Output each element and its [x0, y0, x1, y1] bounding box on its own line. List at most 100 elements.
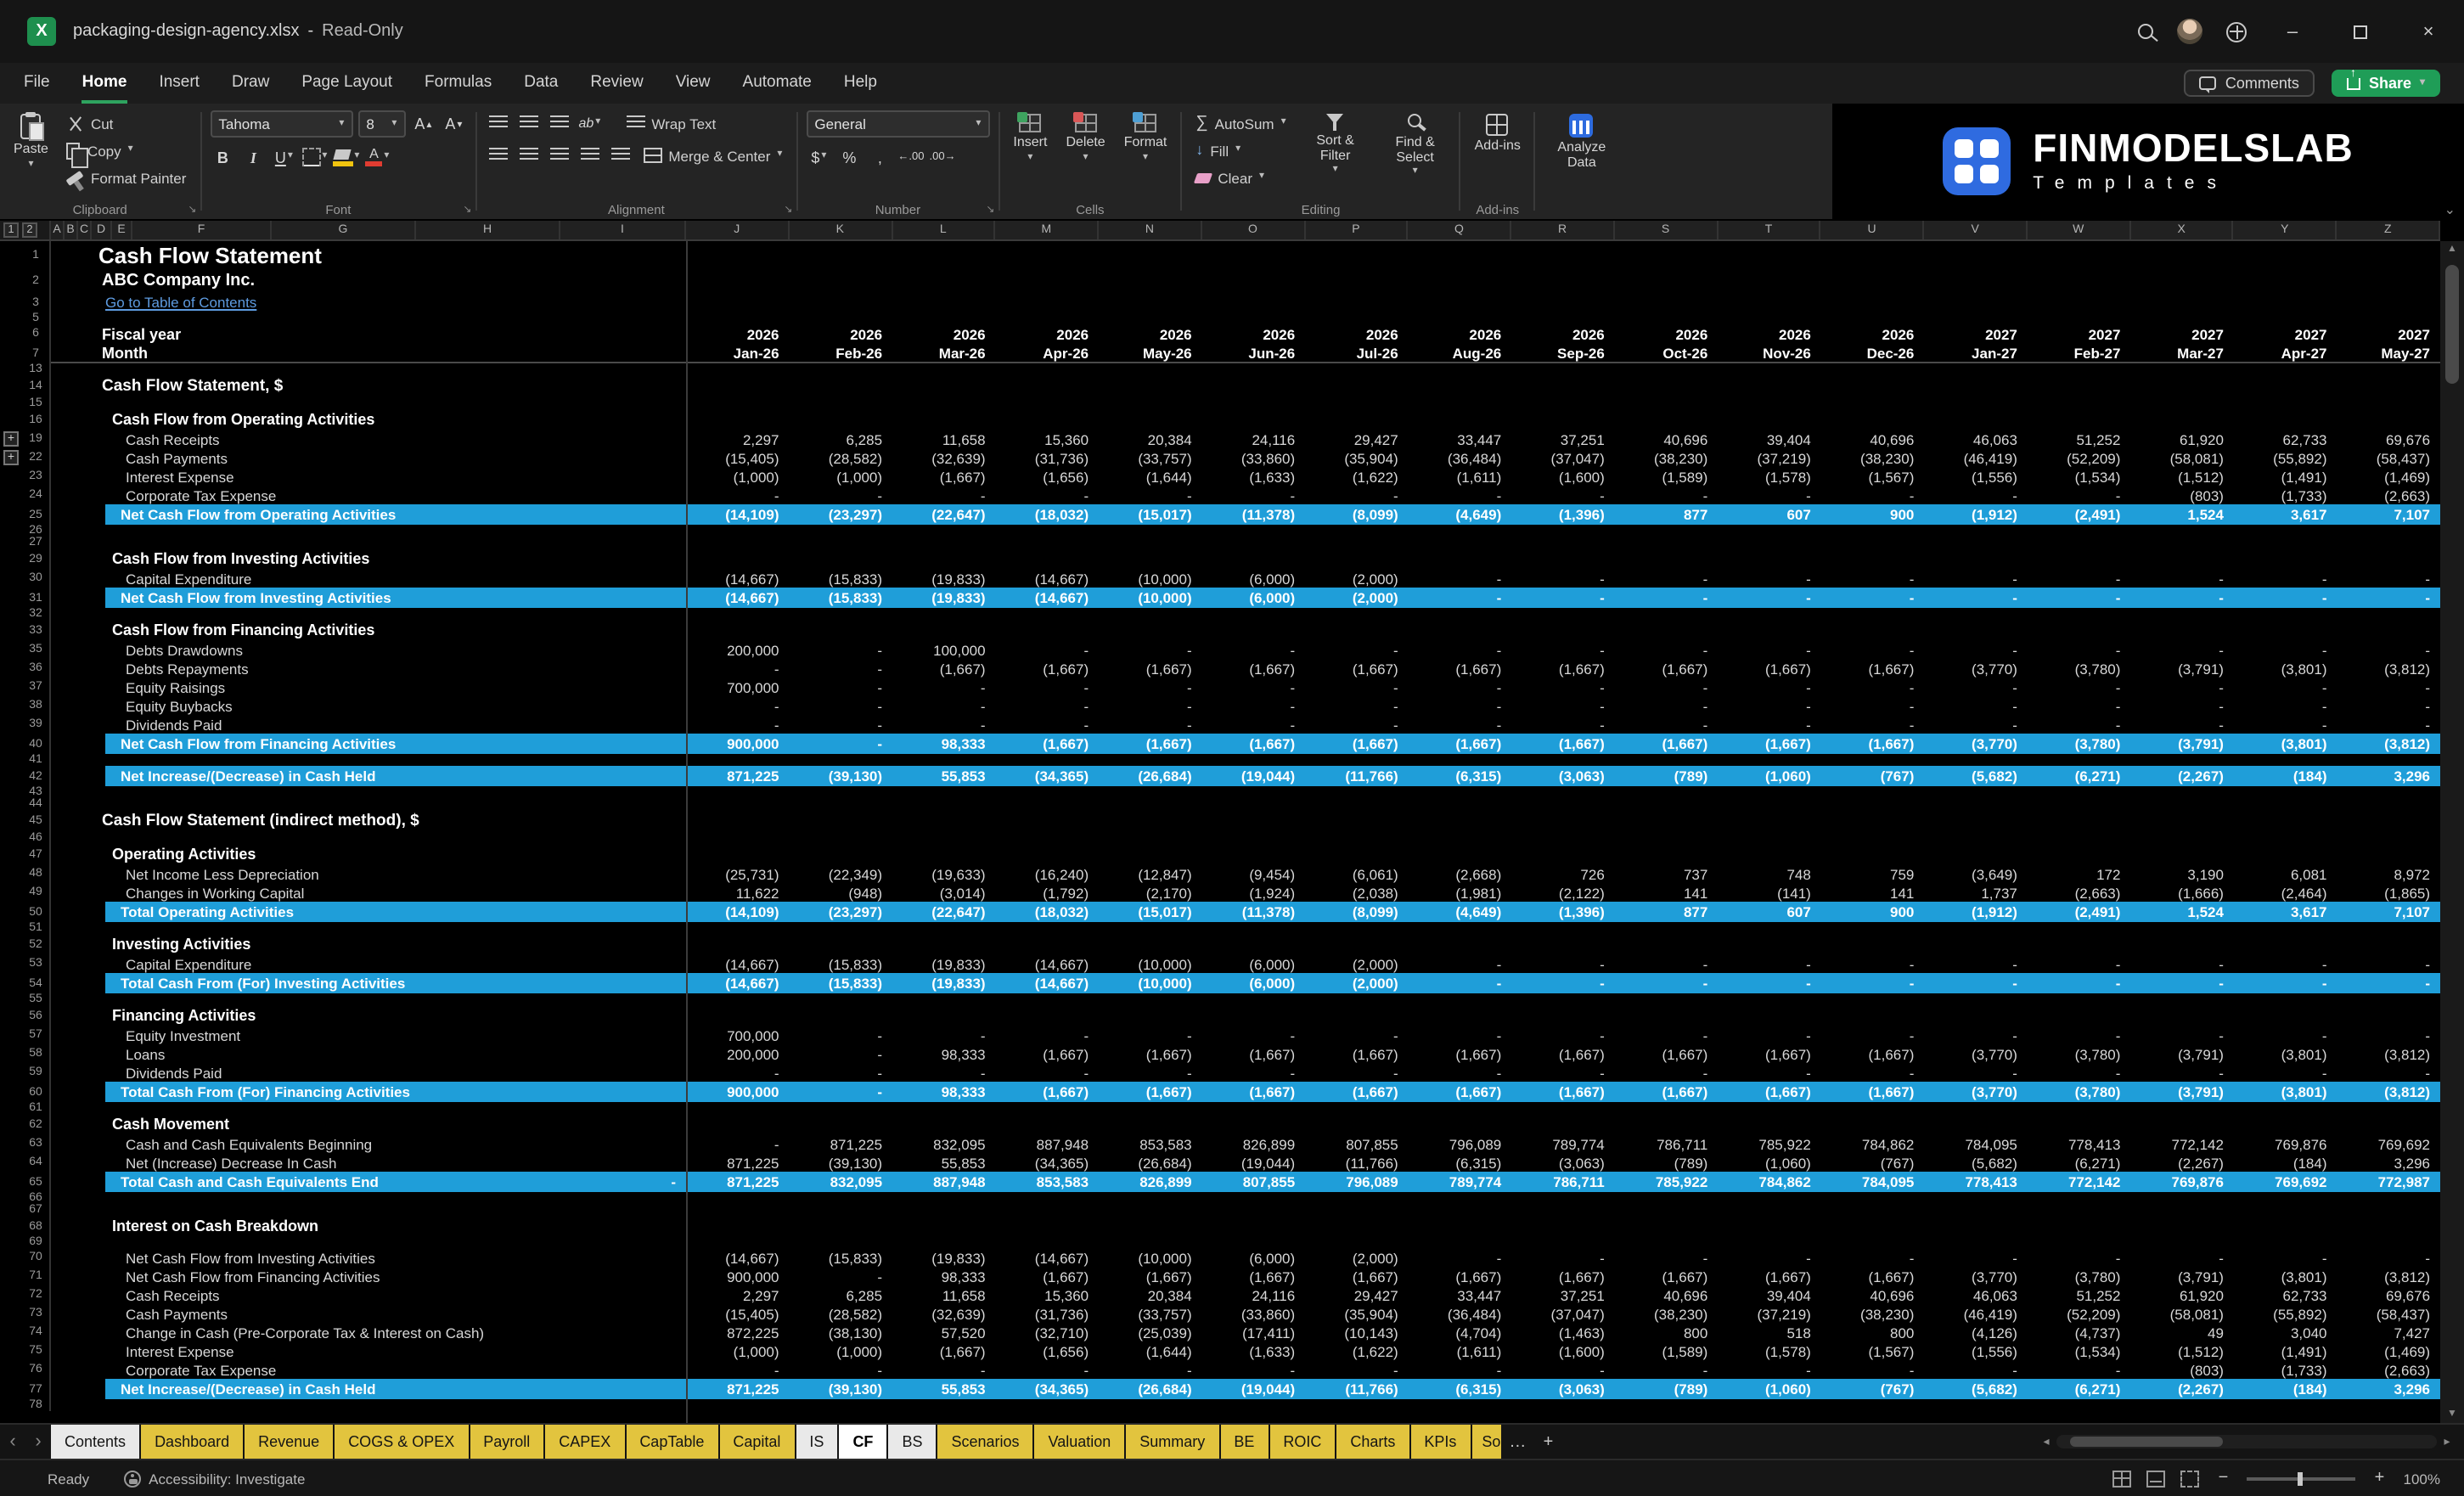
cell[interactable]: [1305, 620, 1409, 640]
cell[interactable]: [686, 537, 790, 548]
cell[interactable]: [1511, 397, 1615, 409]
column-header[interactable]: J: [686, 221, 790, 239]
cell[interactable]: [996, 810, 1100, 832]
cell[interactable]: 15,360: [996, 1285, 1100, 1304]
cell[interactable]: (1,912): [1924, 902, 2028, 922]
cell[interactable]: (14,667): [996, 973, 1100, 993]
cell[interactable]: [2028, 1102, 2131, 1114]
cell[interactable]: [2130, 844, 2234, 864]
cell[interactable]: 772,142: [2130, 1134, 2234, 1153]
menu-tab-view[interactable]: View: [676, 63, 711, 104]
cell[interactable]: (1,667): [1409, 1082, 1512, 1102]
cell[interactable]: -: [1305, 1026, 1409, 1044]
cell[interactable]: 807,855: [1202, 1172, 1306, 1192]
cell[interactable]: [1409, 844, 1512, 864]
cell[interactable]: [2130, 1204, 2234, 1216]
cell[interactable]: -: [996, 696, 1100, 715]
cell[interactable]: [1099, 786, 1202, 798]
row-header[interactable]: 67: [22, 1204, 51, 1216]
cell[interactable]: [2337, 754, 2441, 766]
cell[interactable]: [892, 409, 996, 430]
cell[interactable]: [1202, 1236, 1306, 1248]
cell[interactable]: (1,667): [1718, 734, 1821, 754]
cell[interactable]: [1099, 1114, 1202, 1134]
cell[interactable]: [1615, 810, 1719, 832]
cell[interactable]: (26,684): [1099, 766, 1202, 786]
cell[interactable]: (2,663): [2337, 486, 2441, 504]
cell[interactable]: [1924, 798, 2028, 810]
cell[interactable]: -: [1924, 569, 2028, 588]
row-header[interactable]: 30: [22, 569, 51, 588]
cell[interactable]: [1409, 409, 1512, 430]
cell[interactable]: [1821, 312, 1925, 324]
cell[interactable]: (3,780): [2028, 1044, 2131, 1063]
cell[interactable]: [790, 525, 893, 537]
cell[interactable]: [790, 993, 893, 1005]
cell[interactable]: [2130, 993, 2234, 1005]
cell[interactable]: [1305, 1102, 1409, 1114]
cell[interactable]: [1924, 1399, 2028, 1411]
cell[interactable]: (14,109): [686, 902, 790, 922]
scroll-up-icon[interactable]: ▲: [2447, 241, 2457, 258]
cell[interactable]: -: [1718, 973, 1821, 993]
cell[interactable]: [1511, 922, 1615, 934]
cell[interactable]: (4,704): [1409, 1323, 1512, 1341]
cell[interactable]: (1,667): [1099, 1082, 1202, 1102]
cell[interactable]: [2028, 810, 2131, 832]
cell[interactable]: (37,219): [1718, 1304, 1821, 1323]
cell[interactable]: [2234, 608, 2337, 620]
cell[interactable]: (16,240): [996, 864, 1100, 883]
cell[interactable]: [1202, 810, 1306, 832]
cell[interactable]: [2337, 548, 2441, 569]
cell[interactable]: (10,000): [1099, 973, 1202, 993]
cell[interactable]: [790, 312, 893, 324]
column-header[interactable]: W: [2028, 221, 2131, 239]
cell[interactable]: [2234, 270, 2337, 292]
cell[interactable]: [1924, 312, 2028, 324]
cell[interactable]: [790, 1216, 893, 1236]
cell[interactable]: (1,667): [1305, 659, 1409, 678]
row-header[interactable]: 69: [22, 1236, 51, 1248]
fill-color-button[interactable]: ▾: [332, 144, 359, 170]
cell[interactable]: (14,667): [996, 954, 1100, 973]
cell[interactable]: 2027: [2234, 324, 2337, 343]
cell[interactable]: 2,297: [686, 1285, 790, 1304]
cell[interactable]: -: [1202, 1026, 1306, 1044]
cell[interactable]: (1,667): [1409, 734, 1512, 754]
cell[interactable]: [2028, 1114, 2131, 1134]
cell[interactable]: [1924, 754, 2028, 766]
cell[interactable]: (1,656): [996, 467, 1100, 486]
cell[interactable]: [996, 1216, 1100, 1236]
cell[interactable]: [2337, 292, 2441, 312]
cell[interactable]: [2337, 537, 2441, 548]
cell[interactable]: [2337, 608, 2441, 620]
cell[interactable]: 29,427: [1305, 430, 1409, 448]
cell[interactable]: (1,491): [2234, 467, 2337, 486]
cell[interactable]: [996, 1192, 1100, 1204]
avatar[interactable]: [2177, 19, 2202, 44]
cell[interactable]: 6,081: [2234, 864, 2337, 883]
cell[interactable]: (3,812): [2337, 1082, 2441, 1102]
cell[interactable]: [1821, 993, 1925, 1005]
cell[interactable]: [2130, 1399, 2234, 1411]
cell[interactable]: Apr-27: [2234, 343, 2337, 363]
cell[interactable]: [2028, 1236, 2131, 1248]
cell[interactable]: [1202, 1399, 1306, 1411]
cell[interactable]: [1099, 363, 1202, 375]
cell[interactable]: [1202, 1102, 1306, 1114]
cell[interactable]: (803): [2130, 1360, 2234, 1379]
row-header[interactable]: 60: [22, 1082, 51, 1102]
cell[interactable]: [2130, 798, 2234, 810]
cell[interactable]: [686, 844, 790, 864]
cell[interactable]: -: [1718, 486, 1821, 504]
row-header[interactable]: 19: [22, 430, 51, 448]
currency-format-button[interactable]: $▾: [806, 144, 831, 170]
cell[interactable]: (33,860): [1202, 1304, 1306, 1323]
cell[interactable]: [996, 548, 1100, 569]
cell[interactable]: [790, 548, 893, 569]
cell[interactable]: [2028, 537, 2131, 548]
cell[interactable]: 796,089: [1409, 1134, 1512, 1153]
cell[interactable]: -: [1099, 715, 1202, 734]
cell[interactable]: [2234, 832, 2337, 844]
format-cells-button[interactable]: Format▾: [1119, 110, 1173, 166]
